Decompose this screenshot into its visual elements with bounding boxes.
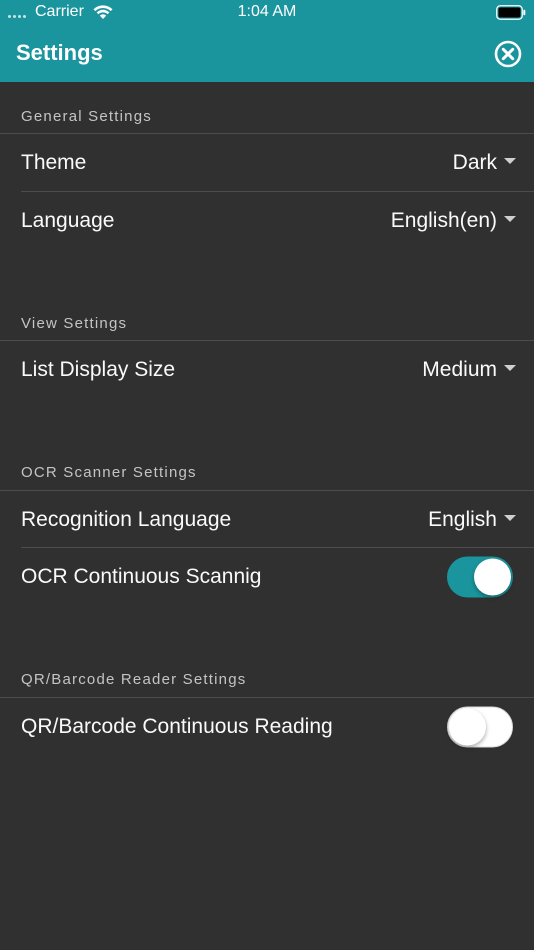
recognition-language-value: English: [428, 507, 497, 531]
language-row[interactable]: Language English(en): [0, 192, 534, 249]
qr-continuous-reading-label: QR/Barcode Continuous Reading: [21, 714, 333, 738]
settings-screen: Carrier 1:04 AM Settings General Setting…: [0, 0, 534, 950]
close-icon[interactable]: [494, 40, 522, 68]
section-header-qr: QR/Barcode Reader Settings: [21, 671, 247, 688]
section-header-ocr: OCR Scanner Settings: [21, 464, 197, 481]
chevron-down-icon: [504, 514, 516, 521]
page-title: Settings: [16, 40, 103, 65]
qr-continuous-reading-toggle[interactable]: [447, 706, 513, 747]
battery-icon: [496, 5, 526, 20]
chevron-down-icon: [504, 364, 516, 371]
list-display-size-value: Medium: [422, 357, 497, 381]
toggle-knob: [474, 558, 511, 595]
list-display-size-row[interactable]: List Display Size Medium: [0, 341, 534, 398]
status-time: 1:04 AM: [237, 3, 297, 20]
section-header-view: View Settings: [21, 315, 128, 332]
ocr-continuous-scanning-toggle[interactable]: [447, 556, 513, 597]
theme-row[interactable]: Theme Dark: [0, 134, 534, 191]
toggle-knob: [449, 708, 486, 745]
ocr-continuous-scanning-row: OCR Continuous Scannig: [0, 548, 534, 605]
qr-continuous-reading-row: QR/Barcode Continuous Reading: [0, 698, 534, 755]
list-display-size-label: List Display Size: [21, 357, 176, 381]
chevron-down-icon: [504, 215, 516, 222]
recognition-language-row[interactable]: Recognition Language English: [0, 491, 534, 548]
ocr-continuous-scanning-label: OCR Continuous Scannig: [21, 564, 262, 588]
language-value: English(en): [390, 208, 497, 232]
header-bar: Carrier 1:04 AM Settings: [0, 0, 534, 82]
status-bar: Carrier 1:04 AM: [0, 0, 534, 26]
language-label: Language: [21, 208, 115, 232]
theme-value: Dark: [452, 150, 497, 174]
theme-label: Theme: [21, 150, 87, 174]
section-header-general: General Settings: [21, 108, 152, 125]
chevron-down-icon: [504, 157, 516, 164]
recognition-language-label: Recognition Language: [21, 507, 232, 531]
